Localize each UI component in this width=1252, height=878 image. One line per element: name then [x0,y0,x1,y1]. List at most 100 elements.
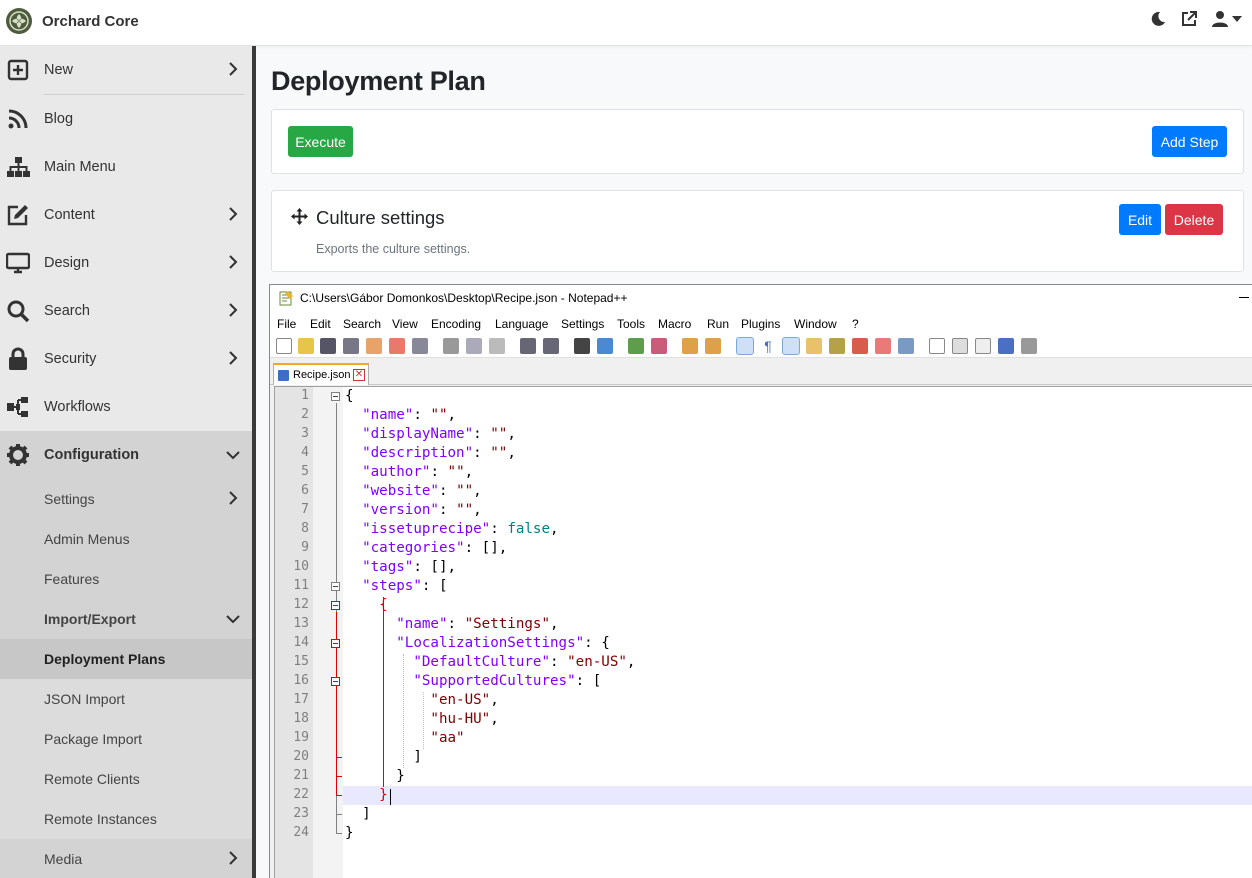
paste-icon[interactable] [489,338,505,354]
menu-macro[interactable]: Macro [658,317,691,331]
fold-toggle-icon[interactable] [331,601,340,610]
sidebar-item-security[interactable]: Security [0,335,252,383]
menu-language[interactable]: Language [495,317,548,331]
move-arrows-icon[interactable] [291,208,308,225]
menu-edit[interactable]: Edit [310,317,331,331]
menu-tools[interactable]: Tools [617,317,645,331]
save-icon[interactable] [320,338,336,354]
folder-as-workspace-icon[interactable] [875,338,891,354]
sync-vertical-icon[interactable] [682,338,698,354]
redo-icon[interactable] [543,338,559,354]
fold-toggle-icon[interactable] [331,392,340,401]
menu-encoding[interactable]: Encoding [431,317,481,331]
sidebar-item-workflows[interactable]: Workflows [0,383,252,431]
sidebar-item-label: Configuration [44,447,140,463]
menu-run[interactable]: Run [707,317,729,331]
sidebar-subitem-json-import[interactable]: JSON Import [0,679,252,719]
fold-toggle-icon[interactable] [331,639,340,648]
replace-icon[interactable] [597,338,613,354]
code-line: "name": "Settings", [396,616,559,632]
zoom-in-icon[interactable] [628,338,644,354]
sidebar-subitem-package-import[interactable]: Package Import [0,719,252,759]
sidebar-item-configuration[interactable]: Configuration [0,431,252,479]
close-all-icon[interactable] [389,338,405,354]
menu-settings[interactable]: Settings [561,317,604,331]
dark-mode-moon-icon[interactable] [1150,11,1166,27]
show-all-chars-icon[interactable]: ¶ [760,338,776,354]
delete-step-button[interactable]: Delete [1165,204,1223,235]
sidebar-item-content[interactable]: Content [0,191,252,239]
sidebar-subitem-features[interactable]: Features [0,559,252,599]
save-all-icon[interactable] [343,338,359,354]
npp-menu-bar: File Edit Search View Encoding Language … [270,312,1252,334]
menu-window[interactable]: Window [794,317,837,331]
word-wrap-icon[interactable] [736,337,754,355]
function-list-icon[interactable] [852,338,868,354]
code-line: "name": "", [362,407,457,423]
new-file-icon[interactable] [276,338,292,354]
sidebar-item-label: Blog [44,111,74,127]
undo-icon[interactable] [520,338,536,354]
chevron-right-icon [229,491,238,505]
sidebar-item-design[interactable]: Design [0,239,252,287]
external-link-icon[interactable] [1180,10,1198,28]
indent-guide-icon[interactable] [782,337,800,355]
sidebar-subitem-media[interactable]: Media [0,839,252,878]
run-macro-multiple-icon[interactable] [998,338,1014,354]
edit-step-button[interactable]: Edit [1119,204,1161,235]
sidebar-item-search[interactable]: Search [0,287,252,335]
page-title: Deployment Plan [271,66,486,96]
sidebar-item-label: Main Menu [44,159,116,175]
find-icon[interactable] [574,338,590,354]
sidebar-item-new[interactable]: New [0,46,252,94]
save-macro-icon[interactable] [1021,338,1037,354]
play-macro-icon[interactable] [975,338,991,354]
menu-file[interactable]: File [277,317,296,331]
open-folder-icon[interactable] [298,338,314,354]
code-line: } [345,768,405,784]
tab-recipe-json[interactable]: Recipe.json ✕ [273,363,369,385]
zoom-out-icon[interactable] [651,338,667,354]
minimize-button[interactable] [1239,297,1249,298]
npp-window-title: C:\Users\Gábor Domonkos\Desktop\Recipe.j… [300,291,628,305]
fold-toggle-icon[interactable] [331,677,340,686]
sidebar-item-main-menu[interactable]: Main Menu [0,143,252,191]
edit-icon [7,205,28,226]
stop-macro-icon[interactable] [952,338,968,354]
npp-title-bar[interactable]: C:\Users\Gábor Domonkos\Desktop\Recipe.j… [270,285,1252,312]
sidebar-subitem-import-export[interactable]: Import/Export [0,599,252,639]
sidebar-subitem-remote-clients[interactable]: Remote Clients [0,759,252,799]
menu-plugins[interactable]: Plugins [741,317,780,331]
sidebar-subitem-deployment-plans[interactable]: Deployment Plans [0,639,252,679]
copy-icon[interactable] [466,338,482,354]
user-menu[interactable] [1212,10,1242,28]
udl-icon[interactable] [806,338,822,354]
code-content[interactable]: { "name": "", "displayName": "", "descri… [343,387,1252,878]
monitor-icon [6,252,30,274]
doc-map-icon[interactable] [829,338,845,354]
brand[interactable]: Orchard Core [6,8,139,34]
sidebar-item-blog[interactable]: Blog [0,95,252,143]
sidebar-item-label: Search [44,303,90,319]
step-description: Exports the culture settings. [316,242,471,256]
menu-view[interactable]: View [392,317,418,331]
fold-toggle-icon[interactable] [331,582,340,591]
sidebar-subitem-remote-instances[interactable]: Remote Instances [0,799,252,839]
sync-horizontal-icon[interactable] [705,338,721,354]
menu-search[interactable]: Search [343,317,381,331]
sidebar-subitem-admin-menus[interactable]: Admin Menus [0,519,252,559]
monitoring-eye-icon[interactable] [898,338,914,354]
fold-margin[interactable] [313,387,343,878]
add-step-button[interactable]: Add Step [1152,126,1227,157]
execute-button[interactable]: Execute [288,126,353,157]
menu-help[interactable]: ? [852,317,859,331]
tab-close-icon[interactable]: ✕ [353,369,365,381]
record-macro-icon[interactable] [929,338,945,354]
cut-icon[interactable] [443,338,459,354]
print-icon[interactable] [412,338,428,354]
code-editor[interactable]: 1 2 3 4 5 6 7 8 9 10 11 12 13 14 15 16 1… [274,386,1252,878]
sidebar-item-label: Workflows [44,399,111,415]
code-line: "version": "", [362,502,482,518]
close-icon[interactable] [366,338,382,354]
sidebar-subitem-settings[interactable]: Settings [0,479,252,519]
